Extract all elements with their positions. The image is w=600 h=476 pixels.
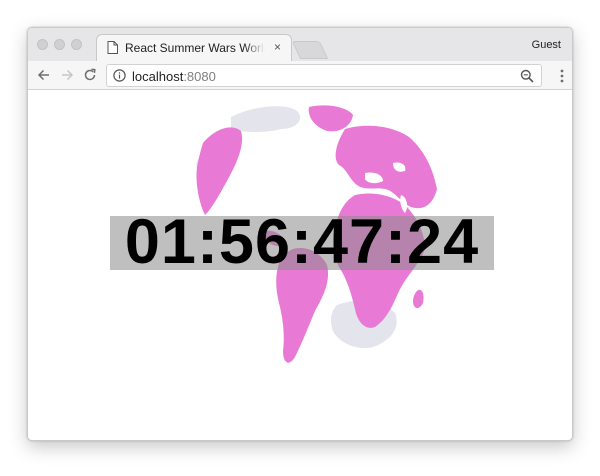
minimize-window-button[interactable] [54,39,65,50]
tab-title: React Summer Wars World Clock [125,41,265,55]
address-bar[interactable]: localhost:8080 [106,64,542,87]
vertical-dots-icon[interactable] [560,69,564,83]
forward-arrow-icon[interactable] [58,66,76,84]
browser-toolbar: localhost:8080 [28,61,572,90]
tab-react-world-clock[interactable]: React Summer Wars World Clock × [96,34,292,61]
page-icon [107,41,118,54]
zoom-window-button[interactable] [71,39,82,50]
profile-label[interactable]: Guest [532,39,561,51]
url-text[interactable]: localhost:8080 [132,69,216,84]
title-bar: React Summer Wars World Clock × Guest [28,28,572,61]
back-arrow-icon[interactable] [35,66,53,84]
page-viewport: 01:56:47:24 [28,90,572,440]
url-host: localhost [132,69,184,84]
browser-window: React Summer Wars World Clock × Guest lo… [27,27,573,441]
world-clock-time: 01:56:47:24 [124,207,480,277]
info-circle-icon[interactable] [113,69,126,82]
new-tab-button[interactable] [291,41,329,59]
close-window-button[interactable] [37,39,48,50]
magnifier-icon[interactable] [520,69,534,83]
tab-close-icon[interactable]: × [274,40,281,54]
url-port: :8080 [183,69,216,84]
reload-icon[interactable] [81,66,99,84]
